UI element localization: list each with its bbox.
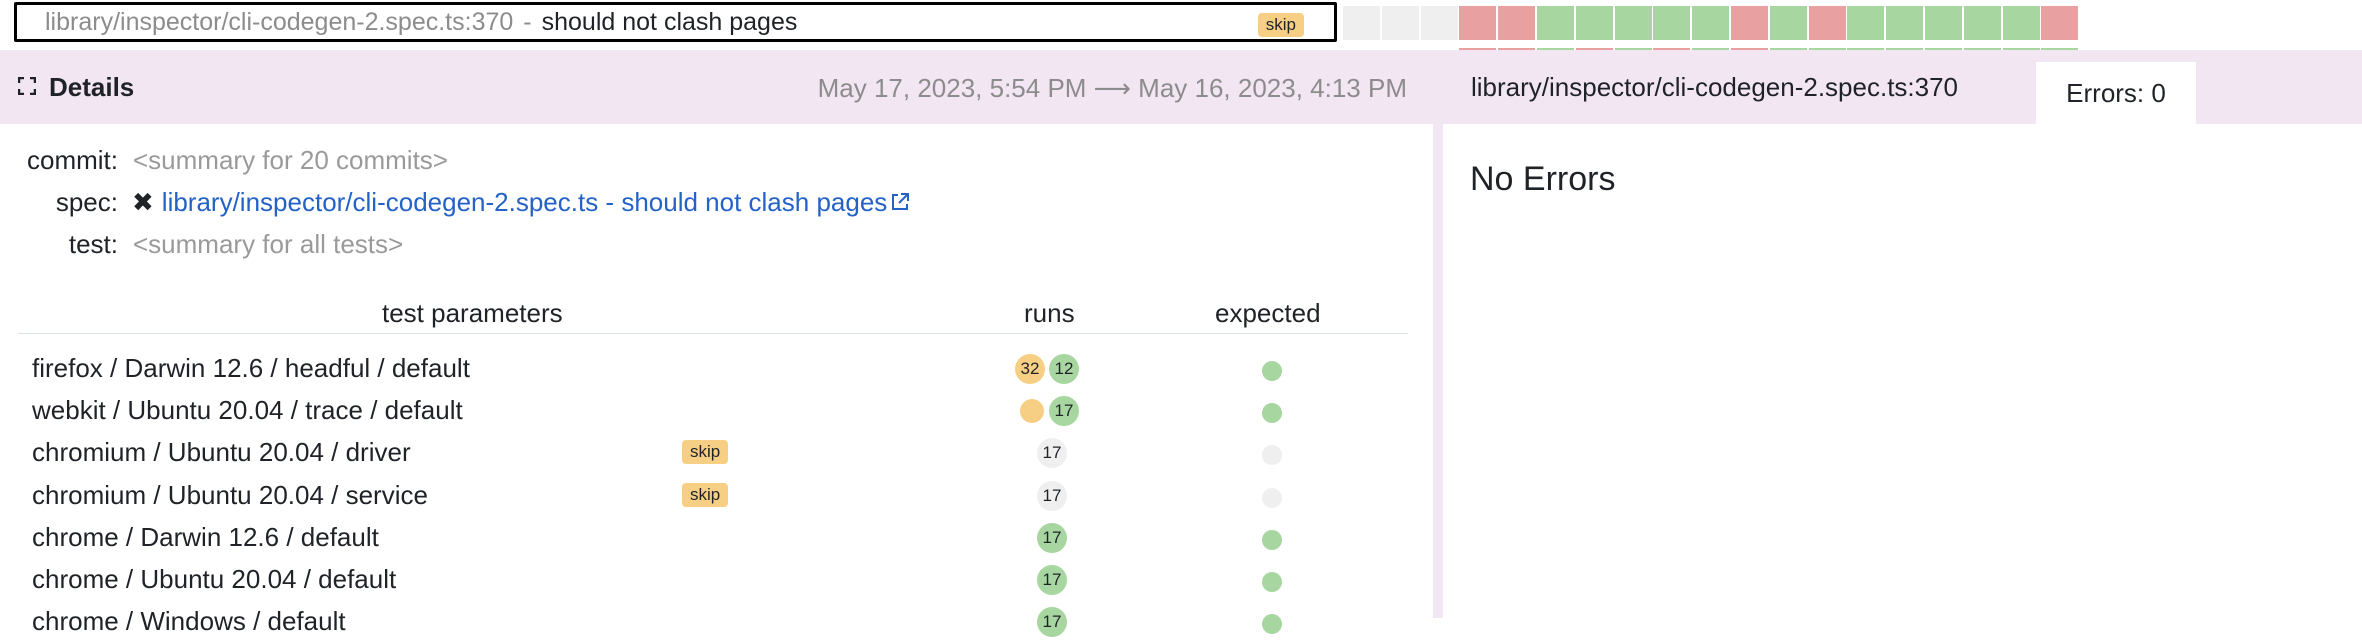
history-cell[interactable]	[1808, 6, 1846, 40]
expected-status-dot	[1262, 361, 1282, 381]
test-label: test:	[68, 229, 118, 259]
spec-label: spec:	[55, 187, 118, 217]
expected-status-dot	[1262, 572, 1282, 592]
column-header-runs: runs	[1024, 298, 1075, 328]
run-count-pass[interactable]: 17	[1037, 607, 1067, 638]
run-count-flaky[interactable]: 32	[1015, 354, 1045, 384]
history-cell[interactable]	[1381, 6, 1419, 40]
test-title-bar[interactable]: library/inspector/cli-codegen-2.spec.ts:…	[14, 2, 1337, 42]
expected-status-dot	[1262, 403, 1282, 424]
history-cell[interactable]	[1925, 6, 1962, 40]
spec-value: ✖ library/inspector/cli-codegen-2.spec.ts…	[132, 187, 911, 218]
table-row[interactable]: chrome / Windows / default 17	[0, 599, 1430, 641]
history-cell[interactable]	[1886, 6, 1924, 40]
test-summary: <summary for all tests>	[133, 229, 404, 259]
spec-link[interactable]: library/inspector/cli-codegen-2.spec.ts …	[162, 187, 888, 217]
column-header-expected: expected	[1215, 298, 1321, 328]
history-cell[interactable]	[2002, 6, 2040, 40]
row-label: chrome / Windows / default	[32, 606, 346, 637]
table-row[interactable]: chromium / Ubuntu 20.04 / driver skip 17	[0, 430, 1430, 472]
skip-badge: skip	[1257, 13, 1304, 37]
history-cell[interactable]	[1420, 6, 1458, 40]
table-row[interactable]: chrome / Ubuntu 20.04 / default 17	[0, 557, 1430, 599]
date-range: May 17, 2023, 5:54 PM ⟶ May 16, 2023, 4:…	[817, 73, 1407, 103]
history-cell[interactable]	[1692, 6, 1730, 40]
details-title: Details	[49, 72, 135, 102]
history-cell[interactable]	[1769, 6, 1807, 40]
test-name: should not clash pages	[541, 7, 798, 36]
history-cell[interactable]	[1614, 6, 1652, 40]
right-panel-path: library/inspector/cli-codegen-2.spec.ts:…	[1471, 72, 1959, 102]
column-header-params: test parameters	[382, 298, 563, 328]
details-header: Details May 17, 2023, 5:54 PM ⟶ May 16, …	[0, 50, 1433, 124]
panel-divider[interactable]	[1433, 124, 1443, 618]
tab-errors[interactable]: Errors: 0	[2036, 62, 2196, 124]
row-label: chrome / Ubuntu 20.04 / default	[32, 564, 397, 594]
runs-cell: 17	[1015, 522, 1090, 553]
run-count-skip[interactable]: 17	[1037, 438, 1067, 469]
run-count-pass[interactable]: 12	[1049, 354, 1079, 384]
right-panel-header: library/inspector/cli-codegen-2.spec.ts:…	[1433, 50, 2362, 124]
runs-cell: 17	[1015, 438, 1090, 469]
history-cell[interactable]	[1575, 6, 1613, 40]
expected-status-dot	[1262, 614, 1282, 635]
history-cell[interactable]	[1537, 6, 1574, 40]
history-cell[interactable]	[1653, 6, 1691, 40]
expected-status-dot	[1262, 529, 1282, 550]
table-row[interactable]: firefox / Darwin 12.6 / headful / defaul…	[0, 346, 1430, 388]
expand-icon[interactable]	[18, 77, 36, 95]
commit-summary: <summary for 20 commits>	[133, 145, 448, 175]
history-cell[interactable]	[1847, 6, 1885, 40]
runs-cell: 17	[1015, 480, 1090, 511]
row-label: chromium / Ubuntu 20.04 / driver	[32, 437, 411, 468]
skip-badge: skip	[682, 482, 729, 507]
top-bar: library/inspector/cli-codegen-2.spec.ts:…	[0, 0, 2362, 52]
external-link-icon[interactable]	[889, 191, 911, 213]
test-path: library/inspector/cli-codegen-2.spec.ts:…	[45, 7, 514, 36]
row-label: chrome / Darwin 12.6 / default	[32, 521, 379, 552]
commit-label: commit:	[27, 145, 118, 175]
table-row[interactable]: chrome / Darwin 12.6 / default 17	[0, 515, 1430, 557]
history-cell[interactable]	[1731, 6, 1768, 40]
run-count-pass[interactable]: 17	[1049, 396, 1079, 427]
title-separator: -	[523, 7, 532, 36]
run-count-flaky[interactable]	[1020, 399, 1044, 424]
history-cell[interactable]	[1963, 6, 2001, 40]
run-count-pass[interactable]: 17	[1037, 565, 1067, 595]
runs-cell: 32 12	[1015, 354, 1090, 384]
skip-badge: skip	[682, 440, 729, 465]
expected-status-dot	[1262, 487, 1282, 508]
row-label: chromium / Ubuntu 20.04 / service	[32, 479, 428, 510]
history-cell[interactable]	[2041, 6, 2079, 40]
history-cell[interactable]	[1343, 6, 1380, 40]
expected-status-dot	[1262, 445, 1282, 466]
fail-mark-icon: ✖	[132, 187, 154, 217]
runs-cell: 17	[1015, 607, 1090, 638]
no-errors-message: No Errors	[1470, 160, 1616, 198]
table-row[interactable]: webkit / Ubuntu 20.04 / trace / default 1…	[0, 388, 1430, 430]
history-cell[interactable]	[1459, 6, 1497, 40]
run-count-pass[interactable]: 17	[1037, 522, 1067, 553]
row-label: firefox / Darwin 12.6 / headful / defaul…	[32, 353, 470, 383]
runs-cell: 17	[1015, 565, 1090, 595]
header-rule	[18, 333, 1408, 334]
runs-cell: 17	[1015, 396, 1090, 427]
history-cell[interactable]	[1498, 6, 1536, 40]
run-count-skip[interactable]: 17	[1037, 480, 1067, 511]
table-row[interactable]: chromium / Ubuntu 20.04 / service skip 17	[0, 473, 1430, 515]
row-label: webkit / Ubuntu 20.04 / trace / default	[32, 395, 463, 426]
